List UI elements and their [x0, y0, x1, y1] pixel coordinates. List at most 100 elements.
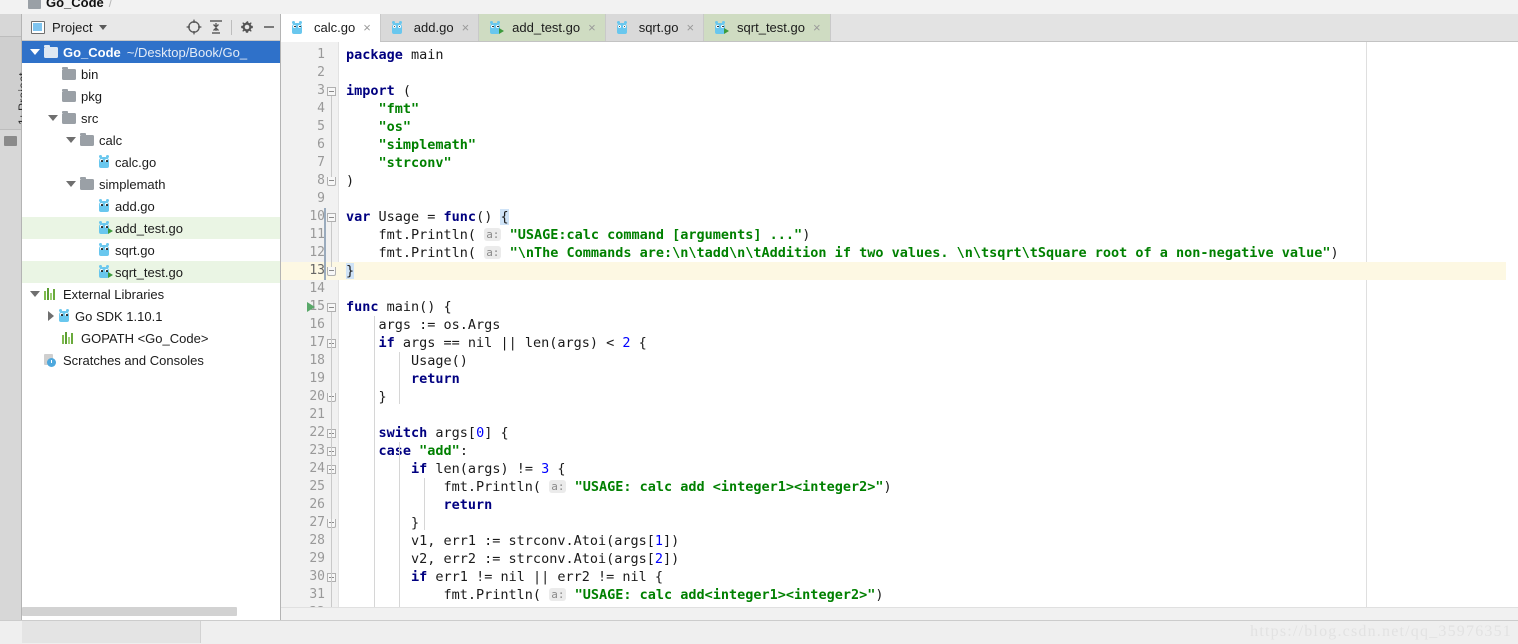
- collapse-all-icon[interactable]: [205, 16, 227, 38]
- code-token: ): [875, 587, 884, 603]
- code-line[interactable]: 28 v1, err1 := strconv.Atoi(args[1]): [281, 532, 1518, 550]
- line-number: 12: [309, 245, 325, 260]
- tree-item-label: External Libraries: [63, 286, 165, 302]
- fold-end-marker[interactable]: [327, 267, 336, 276]
- code-line[interactable]: 4 "fmt": [281, 100, 1518, 118]
- chevron-down-icon[interactable]: [30, 49, 40, 55]
- fold-toggle-icon[interactable]: [327, 303, 336, 312]
- line-number: 28: [309, 533, 325, 548]
- code-line[interactable]: 21: [281, 406, 1518, 424]
- code-line[interactable]: 16 args := os.Args: [281, 316, 1518, 334]
- editor-horizontal-scrollbar[interactable]: [281, 607, 1518, 621]
- tree-item-label: Scratches and Consoles: [63, 352, 204, 368]
- code-token: main: [402, 47, 444, 63]
- editor-tab-add_test-go[interactable]: add_test.go ×: [479, 14, 606, 41]
- tree-item-go-code[interactable]: Go_Code ~/Desktop/Book/Go_: [22, 41, 280, 63]
- code-line[interactable]: 12 fmt.Println( a: "\nThe Commands are:\…: [281, 244, 1518, 262]
- tree-item-pkg[interactable]: pkg: [22, 85, 280, 107]
- code-text: args := os.Args: [342, 316, 501, 334]
- close-icon[interactable]: ×: [462, 21, 470, 34]
- code-line[interactable]: 7 "strconv": [281, 154, 1518, 172]
- close-icon[interactable]: ×: [813, 21, 821, 34]
- folder-icon[interactable]: [4, 136, 17, 146]
- tree-item-sqrt-go[interactable]: sqrt.go: [22, 239, 280, 261]
- code-line[interactable]: 10 var Usage = func() {: [281, 208, 1518, 226]
- code-line[interactable]: 24 if len(args) != 3 {: [281, 460, 1518, 478]
- close-icon[interactable]: ×: [363, 21, 371, 34]
- code-line[interactable]: 18 Usage(): [281, 352, 1518, 370]
- tree-item-add-test-go[interactable]: add_test.go: [22, 217, 280, 239]
- code-line[interactable]: 9: [281, 190, 1518, 208]
- tree-item-calc-go[interactable]: calc.go: [22, 151, 280, 173]
- tree-item-label: add.go: [115, 198, 155, 214]
- code-line[interactable]: 5 "os": [281, 118, 1518, 136]
- code-line[interactable]: 22 switch args[0] {: [281, 424, 1518, 442]
- code-line[interactable]: 2: [281, 64, 1518, 82]
- tree-item-calc[interactable]: calc: [22, 129, 280, 151]
- tree-item-gopath-go-code[interactable]: GOPATH <Go_Code>: [22, 327, 280, 349]
- code-line[interactable]: 20 }: [281, 388, 1518, 406]
- editor-tab-calc-go[interactable]: calc.go ×: [281, 14, 381, 42]
- code-editor[interactable]: 1 package main 2 3 import (4 "fmt" 5 "os" 6 "s…: [281, 42, 1518, 607]
- fold-toggle-icon[interactable]: [327, 213, 336, 222]
- tree-item-scratches-and-consoles[interactable]: Scratches and Consoles: [22, 349, 280, 371]
- project-panel-title[interactable]: Project: [52, 20, 92, 35]
- project-tree[interactable]: Go_Code ~/Desktop/Book/Go_ bin pkg src calc ca…: [22, 41, 280, 616]
- fold-toggle-icon[interactable]: [327, 87, 336, 96]
- editor-tab-sqrt_test-go[interactable]: sqrt_test.go ×: [704, 14, 831, 41]
- chevron-right-icon[interactable]: [48, 311, 54, 321]
- code-line[interactable]: 26 return: [281, 496, 1518, 514]
- gear-icon[interactable]: [236, 16, 258, 38]
- editor-tab-add-go[interactable]: add.go ×: [380, 14, 480, 41]
- tree-item-add-go[interactable]: add.go: [22, 195, 280, 217]
- code-line[interactable]: 1 package main: [281, 46, 1518, 64]
- line-number: 7: [317, 155, 325, 170]
- code-line[interactable]: 19 return: [281, 370, 1518, 388]
- code-line[interactable]: 11 fmt.Println( a: "USAGE:calc command […: [281, 226, 1518, 244]
- code-token: "fmt": [378, 101, 420, 117]
- code-line[interactable]: 3 import (: [281, 82, 1518, 100]
- code-token: }: [346, 515, 420, 531]
- code-line[interactable]: 13}: [281, 262, 1518, 280]
- code-line[interactable]: 14: [281, 280, 1518, 298]
- matched-brace-bar: [324, 208, 326, 280]
- code-line[interactable]: 25 fmt.Println( a: "USAGE: calc add <int…: [281, 478, 1518, 496]
- chevron-down-icon[interactable]: [30, 291, 40, 297]
- code-line[interactable]: 8): [281, 172, 1518, 190]
- tree-item-sqrt-test-go[interactable]: sqrt_test.go: [22, 261, 280, 283]
- chevron-down-icon[interactable]: [66, 181, 76, 187]
- tree-item-src[interactable]: src: [22, 107, 280, 129]
- code-line[interactable]: 15 func main() {: [281, 298, 1518, 316]
- tree-item-bin[interactable]: bin: [22, 63, 280, 85]
- fold-end-marker[interactable]: [327, 177, 336, 186]
- minimize-icon[interactable]: [258, 16, 280, 38]
- chevron-down-icon[interactable]: [66, 137, 76, 143]
- locate-in-tree-icon[interactable]: [183, 16, 205, 38]
- code-line[interactable]: 17 if args == nil || len(args) < 2 {: [281, 334, 1518, 352]
- code-line[interactable]: 23 case "add":: [281, 442, 1518, 460]
- tree-item-simplemath[interactable]: simplemath: [22, 173, 280, 195]
- code-token: v1, err1 := strconv.Atoi(args[: [346, 533, 655, 549]
- editor-tab-sqrt-go[interactable]: sqrt.go ×: [605, 14, 705, 41]
- code-line[interactable]: 31 fmt.Println( a: "USAGE: calc add<inte…: [281, 586, 1518, 604]
- line-number: 20: [309, 389, 325, 404]
- run-gutter-icon[interactable]: [307, 302, 315, 312]
- breadcrumb-project-name[interactable]: Go_Code: [46, 0, 104, 10]
- project-horizontal-scrollbar[interactable]: [22, 607, 237, 616]
- sidebar-tab-project[interactable]: 1: Project: [0, 36, 30, 130]
- tree-item-external-libraries[interactable]: External Libraries: [22, 283, 280, 305]
- code-line[interactable]: 6 "simplemath": [281, 136, 1518, 154]
- chevron-down-icon[interactable]: [99, 24, 108, 30]
- fold-region-line: [331, 222, 332, 267]
- code-line[interactable]: 29 v2, err2 := strconv.Atoi(args[2]): [281, 550, 1518, 568]
- code-line[interactable]: 27 }: [281, 514, 1518, 532]
- editor-tab-bar[interactable]: calc.go × add.go × add_test.go × sqrt.go × sqrt_…: [281, 14, 1518, 42]
- close-icon[interactable]: ×: [588, 21, 596, 34]
- editor-vertical-scrollbar[interactable]: [1506, 70, 1518, 607]
- close-icon[interactable]: ×: [686, 21, 694, 34]
- chevron-down-icon[interactable]: [48, 115, 58, 121]
- code-line[interactable]: 30 if err1 != nil || err2 != nil {: [281, 568, 1518, 586]
- tree-item-go-sdk-1-10-1[interactable]: Go SDK 1.10.1: [22, 305, 280, 327]
